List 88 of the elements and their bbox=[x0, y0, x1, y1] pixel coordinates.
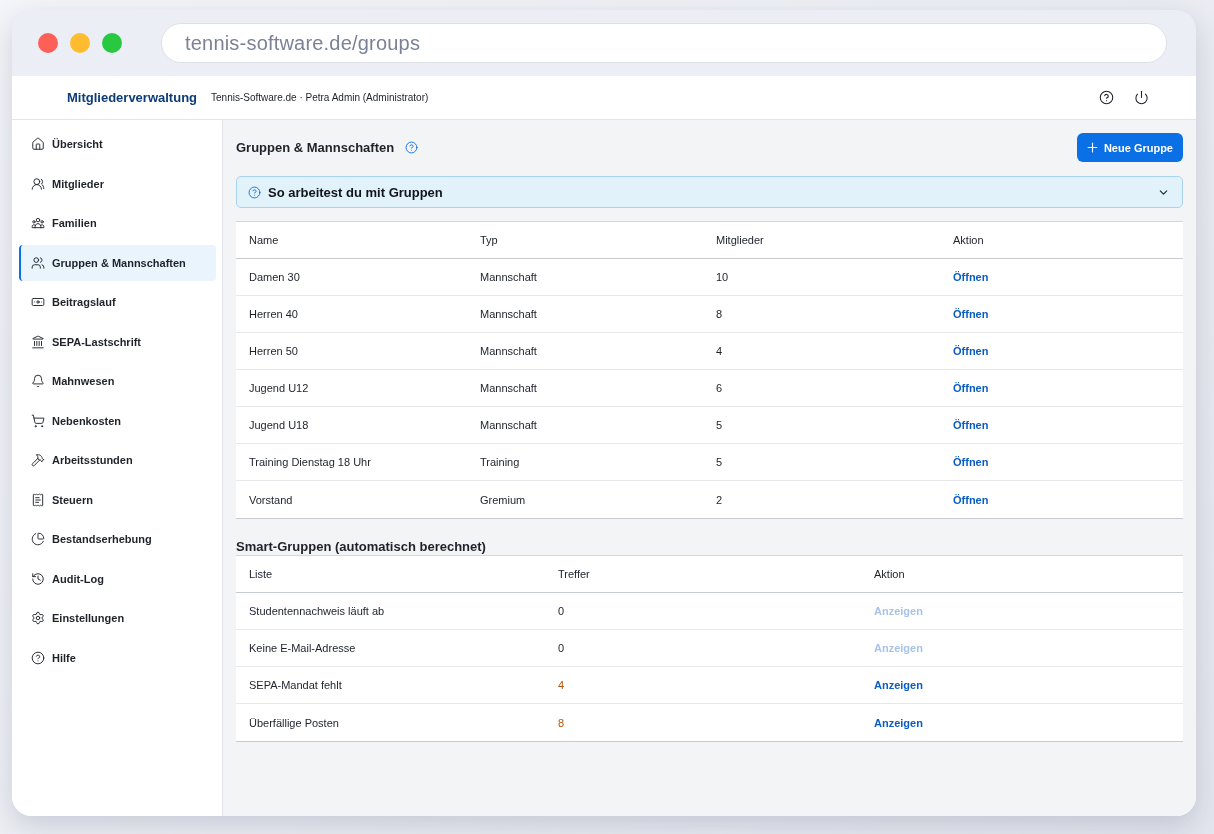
cart-icon bbox=[31, 413, 45, 428]
open-link[interactable]: Öffnen bbox=[945, 417, 997, 433]
column-header: Mitglieder bbox=[715, 234, 765, 246]
table-cell-text: Mannschaft bbox=[479, 382, 538, 394]
table-cell-text: 4 bbox=[557, 679, 566, 691]
open-link[interactable]: Öffnen bbox=[945, 269, 997, 285]
open-link[interactable]: Öffnen bbox=[945, 343, 997, 359]
sidebar-item[interactable]: Arbeitsstunden bbox=[19, 442, 216, 478]
hammer-icon bbox=[31, 453, 45, 467]
column-header: Treffer bbox=[557, 568, 591, 580]
receipt-icon bbox=[31, 492, 45, 507]
help-icon[interactable] bbox=[1099, 90, 1114, 105]
show-link[interactable]: Anzeigen bbox=[866, 677, 931, 693]
table-cell-text: 0 bbox=[557, 642, 566, 654]
new-group-button[interactable]: Neue Gruppe bbox=[1076, 133, 1183, 162]
table-cell-text: Jugend U12 bbox=[248, 382, 310, 394]
table-cell-text: Jugend U18 bbox=[248, 419, 310, 431]
help-icon bbox=[31, 650, 45, 665]
minimize-window-icon[interactable] bbox=[70, 33, 90, 53]
table-cell-text: Mannschaft bbox=[479, 419, 538, 431]
open-link[interactable]: Öffnen bbox=[945, 454, 997, 470]
open-link[interactable]: Öffnen bbox=[945, 306, 997, 322]
column-header: Typ bbox=[479, 234, 499, 246]
open-link[interactable]: Öffnen bbox=[945, 380, 997, 396]
table-cell-text: 10 bbox=[715, 271, 730, 283]
table-cell-text: Mannschaft bbox=[479, 271, 538, 283]
sidebar-item[interactable]: Gruppen & Mannschaften bbox=[19, 244, 216, 281]
home-icon bbox=[31, 137, 45, 151]
page-title: Gruppen & Mannschaften bbox=[236, 140, 395, 155]
bank-icon bbox=[31, 334, 45, 349]
table-cell-text: Herren 50 bbox=[248, 345, 299, 357]
table-cell-text: Damen 30 bbox=[248, 271, 301, 283]
sidebar-item[interactable]: Mitglieder bbox=[19, 165, 216, 202]
table-cell-text: 0 bbox=[557, 605, 566, 617]
table-cell-text: Überfällige Posten bbox=[248, 716, 340, 729]
power-icon[interactable] bbox=[1134, 90, 1149, 105]
table-cell-text: 5 bbox=[715, 456, 724, 468]
sidebar-item[interactable]: Einstellungen bbox=[19, 600, 216, 636]
info-accordion[interactable]: So arbeitest du mit Gruppen bbox=[236, 176, 1183, 208]
table-cell-text: 2 bbox=[715, 493, 724, 506]
section-title: Smart-Gruppen (automatisch berechnet) bbox=[236, 539, 487, 555]
table-cell-text: Herren 40 bbox=[248, 308, 299, 320]
sidebar-item[interactable]: Beitragslauf bbox=[19, 284, 216, 320]
sidebar-item[interactable]: Mahnwesen bbox=[19, 363, 216, 399]
bell-icon bbox=[31, 374, 45, 388]
table-cell-text: 8 bbox=[557, 716, 566, 729]
settings-icon bbox=[31, 611, 45, 625]
column-header: Name bbox=[248, 234, 280, 246]
help-icon bbox=[248, 185, 261, 199]
sidebar-item[interactable]: SEPA-Lastschrift bbox=[19, 323, 216, 360]
sidebar-item[interactable]: Familien bbox=[19, 205, 216, 241]
sidebar-item[interactable]: Bestandserhebung bbox=[19, 521, 216, 557]
show-link[interactable]: Anzeigen bbox=[866, 714, 931, 731]
table-cell-text: Keine E-Mail-Adresse bbox=[248, 642, 357, 654]
column-header: Liste bbox=[248, 568, 274, 580]
table-cell-text: Training Dienstag 18 Uhr bbox=[248, 456, 372, 468]
table-cell-text: SEPA-Mandat fehlt bbox=[248, 679, 343, 691]
table-cell-text: Training bbox=[479, 456, 521, 468]
maximize-window-icon[interactable] bbox=[102, 33, 122, 53]
address-bar[interactable]: tennis-software.de/groups bbox=[161, 23, 1167, 63]
history-icon bbox=[31, 571, 45, 586]
table-cell-text: 8 bbox=[715, 308, 724, 320]
sidebar-item[interactable]: Hilfe bbox=[19, 639, 216, 676]
banknote-icon bbox=[31, 295, 45, 309]
account-info: Tennis-Software.de · Petra Admin (Administrator) bbox=[211, 92, 429, 103]
sidebar-item[interactable]: Nebenkosten bbox=[19, 402, 216, 439]
table-cell-text: 6 bbox=[715, 382, 724, 394]
sidebar-item[interactable]: Steuern bbox=[19, 481, 216, 518]
open-link[interactable]: Öffnen bbox=[945, 491, 997, 508]
sidebar-item[interactable]: Audit-Log bbox=[19, 560, 216, 597]
accordion-title: So arbeitest du mit Gruppen bbox=[268, 184, 443, 200]
people-icon bbox=[31, 255, 45, 270]
pie-chart-icon bbox=[31, 532, 45, 546]
table-cell-text: 4 bbox=[715, 345, 724, 357]
column-header: Aktion bbox=[952, 234, 985, 246]
close-window-icon[interactable] bbox=[38, 33, 58, 53]
sidebar-item[interactable]: Übersicht bbox=[19, 126, 216, 162]
table-cell-text: Mannschaft bbox=[479, 345, 538, 357]
plus-icon bbox=[1084, 140, 1100, 155]
people-icon bbox=[31, 176, 45, 191]
table-cell-text: 5 bbox=[715, 419, 724, 431]
table-cell-text: Mannschaft bbox=[479, 308, 538, 320]
app-title: Mitgliederverwaltung bbox=[67, 90, 198, 105]
table-cell-text: Studentennachweis läuft ab bbox=[248, 605, 386, 617]
table-cell-text: Gremium bbox=[479, 493, 527, 506]
column-header: Aktion bbox=[873, 568, 906, 580]
table-cell-text: Vorstand bbox=[248, 493, 294, 506]
people-group-icon bbox=[31, 216, 45, 230]
